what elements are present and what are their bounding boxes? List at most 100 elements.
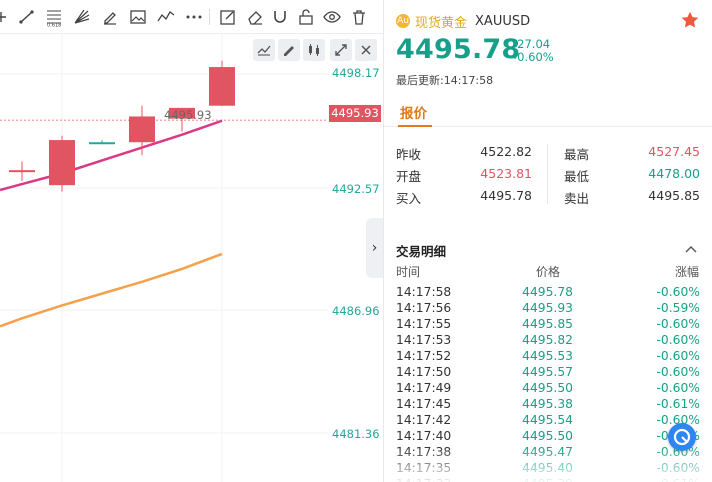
ask-label: 卖出: [564, 191, 590, 206]
chart-pane[interactable]: 0.618 4498.17 4492.57 4486.96 4481.36 44…: [0, 0, 383, 482]
trade-change: -0.61%: [656, 397, 700, 411]
trade-row: 14:17:49 4495.50 -0.60%: [384, 381, 712, 397]
trade-time: 14:17:45: [396, 397, 452, 411]
candle-body: [89, 142, 115, 145]
last-price-tag: 4495.93: [329, 105, 381, 122]
price-axis-label: 4492.57: [332, 182, 380, 196]
trade-change: -0.60%: [656, 381, 700, 395]
quote-panel: Au 现货黄金 XAUUSD 4495.78 -27.04 -0.60% 最后更…: [384, 0, 712, 482]
trade-price: 4495.57: [522, 365, 573, 379]
trade-price: 4495.93: [522, 301, 573, 315]
trade-price: 4495.50: [522, 429, 573, 443]
price-axis-label: 4481.36: [332, 427, 380, 441]
candlestick-chart[interactable]: [0, 0, 383, 482]
trade-change: -0.60%: [656, 285, 700, 299]
trade-row: 14:17:58 4495.78 -0.60%: [384, 285, 712, 301]
high-label: 最高: [564, 147, 590, 162]
candle-type-icon[interactable]: [303, 39, 325, 61]
gold-coin-icon: Au: [396, 14, 410, 28]
eraser-icon[interactable]: [245, 7, 265, 27]
high-value: 4527.45: [648, 144, 700, 159]
bid-label: 买入: [396, 191, 422, 206]
trade-change: -0.60%: [656, 333, 700, 347]
low-label: 最低: [564, 169, 590, 184]
trade-price: 4495.50: [522, 381, 573, 395]
draw-icon[interactable]: [278, 39, 300, 61]
trade-change: -0.60%: [656, 365, 700, 379]
note-icon[interactable]: [218, 7, 238, 27]
trade-time: 14:17:55: [396, 317, 452, 331]
lock-icon[interactable]: [296, 7, 316, 27]
col-header-price: 价格: [536, 265, 561, 279]
trade-price: 4495.38: [522, 397, 573, 411]
magnet-icon[interactable]: [270, 7, 290, 27]
trading-app: 0.618 4498.17 4492.57 4486.96 4481.36 44…: [0, 0, 712, 482]
candle-body: [129, 116, 155, 143]
close-icon[interactable]: [355, 39, 377, 61]
trade-row: 14:17:404495.50-0.60%: [384, 429, 712, 445]
tab-bar-divider: [384, 126, 712, 127]
last-updated: 最后更新:14:17:58: [396, 72, 493, 88]
fib-retracement-icon[interactable]: 0.618: [44, 7, 64, 29]
trade-time: 14:17:56: [396, 301, 452, 315]
eye-icon[interactable]: [322, 7, 342, 27]
trade-time: 14:17:40: [396, 429, 452, 443]
trade-price: 4495.54: [522, 413, 573, 427]
indicator-icon[interactable]: [253, 39, 275, 61]
drawing-toolbar: 0.618: [0, 0, 383, 34]
gann-fan-icon[interactable]: [72, 7, 92, 27]
change-absolute: -27.04: [513, 37, 551, 51]
fullscreen-icon[interactable]: [330, 39, 352, 61]
open-value: 4523.81: [480, 166, 532, 181]
toolbar-separator: [209, 9, 210, 25]
trash-icon[interactable]: [349, 7, 369, 27]
prev-close-value: 4522.82: [480, 144, 532, 159]
quote-column-divider: [547, 144, 548, 204]
brush-icon[interactable]: [100, 7, 120, 27]
last-updated-time: 14:17:58: [443, 74, 494, 87]
wave-icon[interactable]: [156, 7, 176, 27]
favorite-star-icon[interactable]: [680, 10, 700, 30]
last-updated-label: 最后更新:: [396, 74, 444, 87]
trade-price: 4495.78: [522, 285, 573, 299]
more-icon[interactable]: [184, 7, 204, 27]
trade-change: -0.60%: [656, 349, 700, 363]
trade-row: 14:17:52 4495.53 -0.60%: [384, 349, 712, 365]
float-action-button[interactable]: [668, 423, 696, 451]
trade-time: 14:17:50: [396, 365, 452, 379]
candle-body: [209, 67, 235, 106]
trade-row: 14:17:53 4495.82 -0.60%: [384, 333, 712, 349]
trend-line-icon[interactable]: [17, 7, 37, 27]
prev-close-label: 昨收: [396, 147, 422, 162]
low-value: 4478.00: [648, 166, 700, 181]
price-axis-label: 4486.96: [332, 304, 380, 318]
ma-fast-line: [0, 119, 223, 192]
trade-time: 14:17:52: [396, 349, 452, 363]
trade-row: 14:17:50 4495.57 -0.60%: [384, 365, 712, 381]
trade-row: 14:17:45 4495.38 -0.61%: [384, 397, 712, 413]
tab-active-indicator: [398, 125, 432, 127]
bid-value: 4495.78: [480, 188, 532, 203]
expand-panel-button[interactable]: ›: [366, 218, 383, 278]
col-header-time: 时间: [396, 265, 421, 279]
col-header-change: 涨幅: [675, 265, 700, 279]
chevron-up-icon[interactable]: [684, 242, 698, 256]
change-percent: -0.60%: [513, 50, 554, 64]
crosshair-icon[interactable]: [0, 7, 14, 27]
ask-value: 4495.85: [648, 188, 700, 203]
trade-price: 4495.85: [522, 317, 573, 331]
trade-time: 14:17:53: [396, 333, 452, 347]
price-axis-label: 4498.17: [332, 66, 380, 80]
current-price: 4495.78: [396, 34, 521, 65]
symbol-header: Au 现货黄金 XAUUSD: [396, 12, 531, 31]
tab-quote[interactable]: 报价: [400, 102, 427, 122]
symbol-code: XAUUSD: [475, 13, 531, 29]
list-fade-overlay: [384, 447, 712, 482]
trade-price: 4495.53: [522, 349, 573, 363]
image-icon[interactable]: [128, 7, 148, 27]
last-price-line-label: 4495.93: [164, 108, 212, 122]
symbol-name: 现货黄金: [415, 15, 468, 31]
ma-slow-line: [0, 252, 223, 328]
trade-time: 14:17:58: [396, 285, 452, 299]
trade-price: 4495.82: [522, 333, 573, 347]
